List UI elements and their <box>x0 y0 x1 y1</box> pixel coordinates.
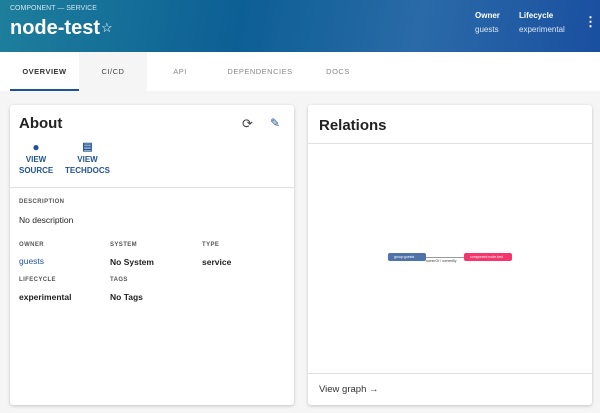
tags-value: No Tags <box>110 292 143 302</box>
view-source-line2: SOURCE <box>19 166 54 175</box>
relations-card: Relations group:guests ownerOf / ownedBy… <box>308 105 592 405</box>
tab-cicd[interactable]: CI/CD <box>79 52 147 91</box>
type-value: service <box>202 257 232 267</box>
lifecycle-value: experimental <box>519 25 565 34</box>
about-card: About ⟳ ✎ ● VIEW SOURCE ▤ VIEW TECHDOCS … <box>10 105 294 405</box>
about-title: About <box>19 115 63 132</box>
relations-title: Relations <box>319 117 387 134</box>
description-label: DESCRIPTION <box>19 199 65 205</box>
divider <box>308 373 592 374</box>
entity-header: COMPONENT — SERVICE node-test ☆ Owner gue… <box>0 0 600 52</box>
refresh-icon[interactable]: ⟳ <box>242 116 253 132</box>
description-value: No description <box>19 215 74 225</box>
lifecycle-meta: Lifecycle experimental <box>519 11 565 34</box>
view-techdocs-line2: TECHDOCS <box>65 166 110 175</box>
owner-label: Owner <box>475 11 500 20</box>
breadcrumb: COMPONENT — SERVICE <box>10 5 97 12</box>
owner-meta: Owner guests <box>475 11 500 34</box>
owner-value: guests <box>475 25 499 34</box>
edit-icon[interactable]: ✎ <box>270 116 280 130</box>
view-techdocs-line1: VIEW <box>77 155 98 164</box>
system-value: No System <box>110 257 154 267</box>
view-graph-link[interactable]: View graph → <box>319 384 379 395</box>
lifecycle-label: Lifecycle <box>519 11 554 20</box>
owner-label: OWNER <box>19 242 44 248</box>
tab-api[interactable]: API <box>160 52 200 91</box>
tab-docs[interactable]: DOCS <box>318 52 358 91</box>
graph-node-component[interactable]: component:node-test <box>464 253 512 261</box>
system-label: SYSTEM <box>110 242 138 248</box>
view-source-link[interactable]: ● VIEW SOURCE <box>19 141 53 176</box>
graph-edge <box>426 257 464 258</box>
tab-dependencies[interactable]: DEPENDENCIES <box>220 52 300 91</box>
divider <box>10 187 294 188</box>
tab-overview[interactable]: OVERVIEW <box>10 52 79 91</box>
owner-link[interactable]: guests <box>19 256 44 266</box>
github-icon: ● <box>32 140 40 154</box>
tags-label: TAGS <box>110 277 128 283</box>
page-title: node-test <box>10 17 100 39</box>
star-icon[interactable]: ☆ <box>101 20 113 36</box>
lifecycle-label: LIFECYCLE <box>19 277 56 283</box>
more-vert-icon[interactable]: ⋮ <box>584 14 597 30</box>
tab-bar: OVERVIEW CI/CD API DEPENDENCIES DOCS <box>0 52 600 91</box>
view-source-line1: VIEW <box>25 155 47 164</box>
view-techdocs-link[interactable]: ▤ VIEW TECHDOCS <box>65 141 110 176</box>
graph-node-group[interactable]: group:guests <box>388 253 426 261</box>
type-label: TYPE <box>202 242 220 248</box>
divider <box>308 143 592 144</box>
graph-edge-label: ownerOf / ownedBy <box>426 259 457 263</box>
lifecycle-value: experimental <box>19 292 72 302</box>
document-icon: ▤ <box>82 141 93 153</box>
